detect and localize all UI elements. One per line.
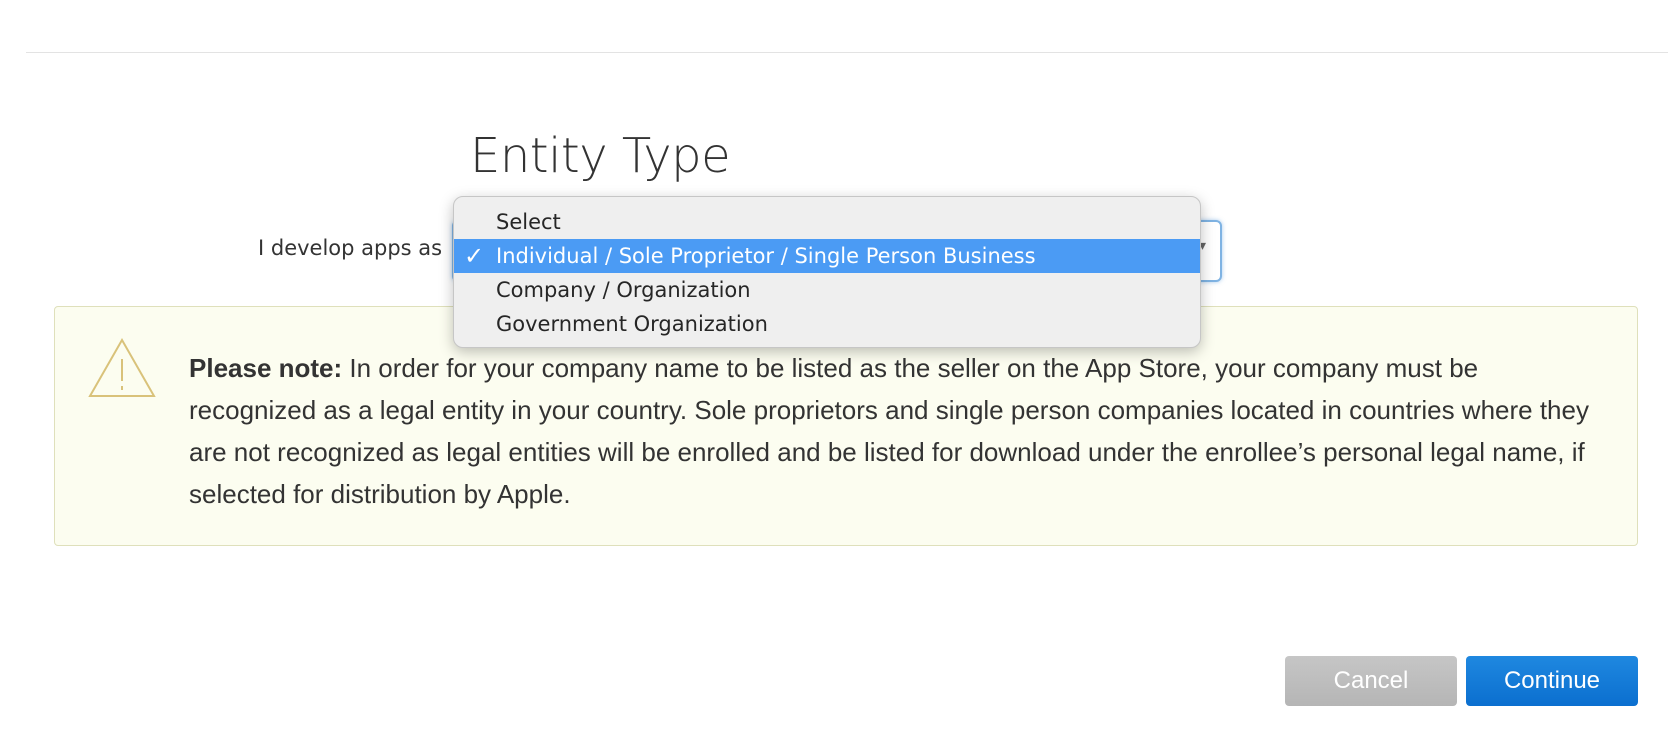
entity-type-dropdown[interactable]: Select ✓ Individual / Sole Proprietor / … <box>453 196 1201 348</box>
entity-type-label: I develop apps as <box>258 236 443 260</box>
dropdown-option-company[interactable]: Company / Organization <box>454 273 1200 307</box>
warning-triangle-icon <box>88 337 156 397</box>
page: Entity Type I develop apps as ▾ Select ✓… <box>0 0 1668 732</box>
checkmark-icon: ✓ <box>464 242 485 270</box>
continue-button[interactable]: Continue <box>1466 656 1638 706</box>
option-label: Individual / Sole Proprietor / Single Pe… <box>496 244 1036 268</box>
cancel-button[interactable]: Cancel <box>1285 656 1457 706</box>
option-label: Company / Organization <box>496 278 751 302</box>
top-divider <box>26 52 1668 53</box>
note-body: In order for your company name to be lis… <box>189 353 1589 509</box>
note-text: Please note: In order for your company n… <box>189 347 1609 515</box>
dropdown-option-individual[interactable]: ✓ Individual / Sole Proprietor / Single … <box>454 239 1200 273</box>
option-label: Government Organization <box>496 312 768 336</box>
dropdown-option-government[interactable]: Government Organization <box>454 307 1200 341</box>
dropdown-option-select[interactable]: Select <box>454 205 1200 239</box>
note-label: Please note: <box>189 353 343 383</box>
option-label: Select <box>496 210 561 234</box>
page-title: Entity Type <box>470 128 731 184</box>
